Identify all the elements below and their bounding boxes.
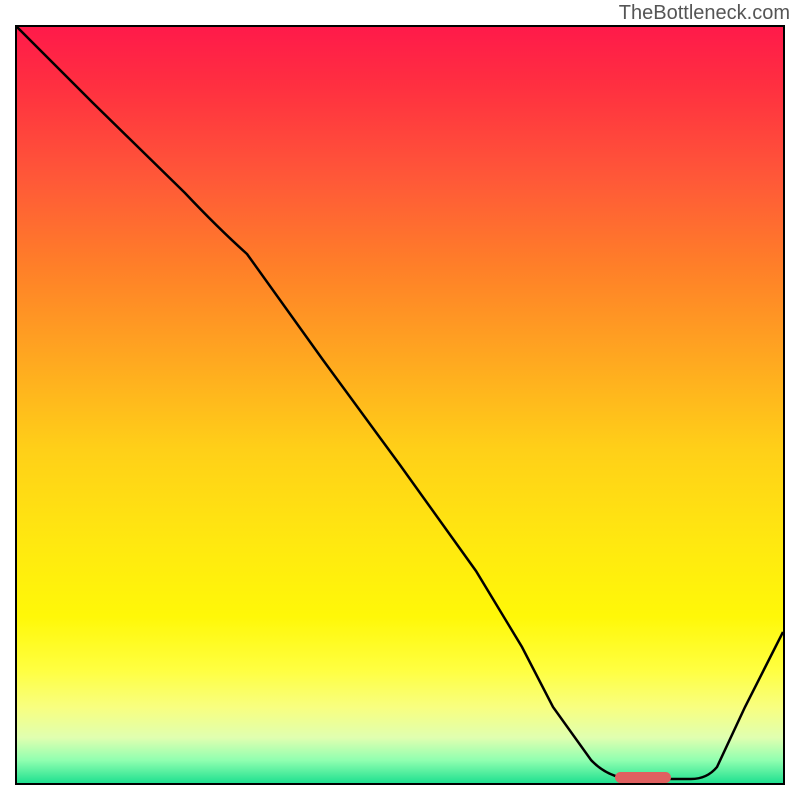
watermark-text: TheBottleneck.com bbox=[619, 2, 790, 25]
optimal-range-marker bbox=[615, 772, 671, 783]
bottleneck-curve-path bbox=[17, 27, 783, 779]
bottleneck-chart bbox=[15, 25, 785, 785]
chart-svg bbox=[17, 27, 783, 783]
